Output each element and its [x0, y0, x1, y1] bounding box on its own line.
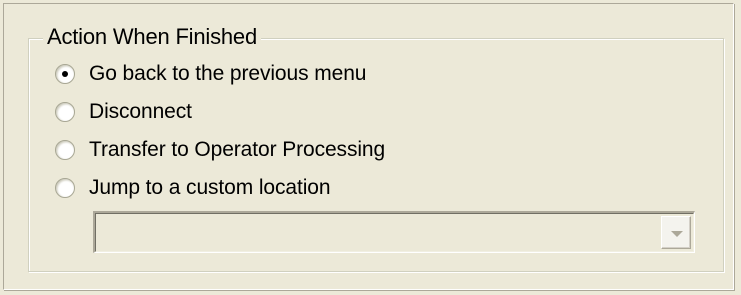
radio-selected-dot: [62, 71, 68, 77]
radio-go-back[interactable]: Go back to the previous menu: [55, 60, 366, 88]
custom-location-field[interactable]: [95, 213, 694, 252]
radio-button-go-back[interactable]: [55, 64, 75, 84]
radio-label-transfer-operator: Transfer to Operator Processing: [89, 138, 386, 161]
custom-location-dropdown[interactable]: [93, 211, 695, 253]
radio-transfer-operator[interactable]: Transfer to Operator Processing: [55, 136, 385, 164]
radio-jump-custom[interactable]: Jump to a custom location: [55, 174, 331, 202]
chevron-down-icon: [671, 231, 683, 237]
dropdown-button[interactable]: [661, 216, 691, 249]
radio-label-go-back: Go back to the previous menu: [89, 62, 367, 85]
radio-label-jump-custom: Jump to a custom location: [89, 176, 331, 199]
radio-disconnect[interactable]: Disconnect: [55, 98, 192, 126]
radio-label-disconnect: Disconnect: [89, 100, 192, 123]
radio-button-disconnect[interactable]: [55, 102, 75, 122]
groupbox-title: Action When Finished: [43, 24, 261, 50]
radio-button-jump-custom[interactable]: [55, 178, 75, 198]
radio-button-transfer-operator[interactable]: [55, 140, 75, 160]
